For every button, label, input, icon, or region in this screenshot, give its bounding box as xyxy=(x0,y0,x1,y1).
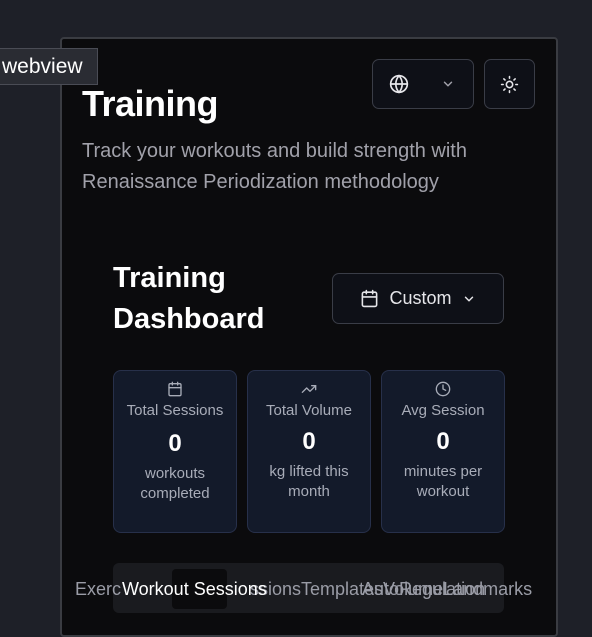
webview-tag: webview xyxy=(0,48,98,85)
stat-label: Total Sessions xyxy=(126,402,224,419)
sun-icon xyxy=(500,75,519,93)
calendar-icon xyxy=(362,289,378,308)
stat-value: 0 xyxy=(302,428,316,455)
date-range-button[interactable]: Custom xyxy=(332,273,504,324)
training-panel: Training Track your workouts and build s… xyxy=(60,37,558,637)
stat-value: 0 xyxy=(168,430,182,457)
language-select-button[interactable] xyxy=(372,59,474,109)
page-title: Training xyxy=(82,83,219,124)
tab-exercises[interactable]: Exerc xyxy=(75,577,121,601)
stat-card-avg-session: Avg Session 0 minutes per workout xyxy=(381,370,505,533)
stat-label: Avg Session xyxy=(401,402,485,419)
globe-icon xyxy=(389,74,409,94)
stat-label: Total Volume xyxy=(266,402,352,419)
dashboard-title: Training Dashboard xyxy=(113,262,265,335)
date-range-label: Custom xyxy=(389,288,452,308)
stat-description: minutes per workout xyxy=(403,463,483,500)
stat-description: kg lifted this month xyxy=(269,463,349,500)
stat-card-total-volume: Total Volume 0 kg lifted this month xyxy=(247,370,371,533)
stat-description: workouts completed xyxy=(140,465,210,502)
chevron-down-icon xyxy=(464,296,473,301)
clock-icon xyxy=(435,381,451,397)
theme-toggle-button[interactable] xyxy=(484,59,535,109)
page-subtitle: Track your workouts and build strength w… xyxy=(82,140,467,193)
calendar-icon xyxy=(168,381,182,397)
stat-card-total-sessions: Total Sessions 0 workouts completed xyxy=(113,370,237,533)
stat-value: 0 xyxy=(436,428,450,455)
trending-up-icon xyxy=(301,385,317,393)
tab-workout-sessions[interactable]: Workout Sessions xyxy=(122,577,267,601)
tab-auto-regulation[interactable]: AutoRegulation xyxy=(362,577,485,601)
chevron-down-icon xyxy=(443,81,453,87)
